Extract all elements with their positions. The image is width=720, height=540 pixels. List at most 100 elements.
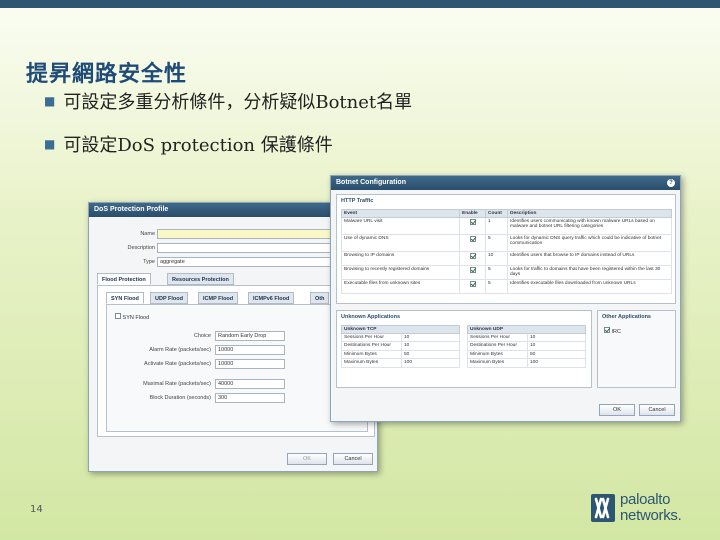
udp-label: Minimum Bytes (467, 349, 528, 360)
paloalto-logo: paloalto networks. (590, 490, 700, 528)
table-row: Maximum Bytes 100 (341, 358, 461, 368)
alarm-rate-label: Alarm Rate (packets/sec) (149, 347, 211, 353)
udp-value[interactable]: 50 (526, 349, 587, 360)
udp-value[interactable]: 10 (526, 332, 587, 343)
description-label: Description (127, 245, 155, 251)
block-duration-field[interactable]: 300 (215, 393, 285, 403)
table-row: Destinations Per Hour 10 (467, 341, 587, 351)
irc-label: IRC (611, 329, 622, 335)
square-bullet-icon: ■ (44, 137, 56, 151)
botnet-dialog-title: Botnet Configuration (331, 176, 680, 190)
tcp-value[interactable]: 100 (400, 358, 461, 368)
maximal-rate-field[interactable]: 40000 (215, 379, 285, 389)
enable-checkbox[interactable] (469, 219, 476, 225)
botnet-cancel-button[interactable]: Cancel (639, 404, 675, 416)
slide-title: 提昇網路安全性 (26, 61, 188, 87)
event-cell: Use of dynamic DNS (341, 234, 460, 252)
unknown-udp-header: Unknown UDP (466, 325, 587, 334)
irc-checkbox-row[interactable]: IRC (604, 327, 621, 335)
table-row: Destinations Per Hour 10 (341, 341, 461, 351)
enable-checkbox[interactable] (469, 267, 476, 273)
col-count[interactable]: Count (485, 209, 508, 218)
slide-top-bar (0, 0, 720, 8)
enable-checkbox[interactable] (469, 281, 476, 287)
event-cell: Browsing to IP domains (341, 251, 460, 266)
enable-checkbox[interactable] (469, 236, 476, 242)
event-cell: Executable files from unknown sites (341, 279, 460, 294)
tcp-value[interactable]: 10 (400, 341, 461, 351)
syn-flood-panel: SYN Flood Choice Random Early Drop Alarm… (106, 304, 368, 432)
unknown-applications-group: Unknown Applications Unknown TCP Session… (336, 310, 592, 388)
bullet-item-1: ■ 可設定多重分析條件，分析疑似Botnet名單 (44, 88, 412, 114)
table-row[interactable]: Executable files from unknown sites 5 Id… (341, 279, 672, 294)
activate-rate-field[interactable]: 10000 (215, 359, 285, 369)
tab-resources-protection[interactable]: Resources Protection (167, 273, 234, 285)
tab-udp-flood[interactable]: UDP Flood (150, 292, 189, 304)
count-cell[interactable]: 5 (485, 279, 508, 294)
tcp-label: Minimum Bytes (341, 349, 402, 360)
table-row[interactable]: Browsing to recently registered domains … (341, 265, 672, 280)
botnet-ok-button[interactable]: OK (599, 404, 635, 416)
paloalto-logo-text: paloalto networks. (620, 492, 682, 524)
count-cell[interactable]: 5 (485, 234, 508, 252)
tab-syn-flood[interactable]: SYN Flood (106, 292, 144, 304)
name-label: Name (140, 231, 155, 237)
count-cell[interactable]: 5 (485, 265, 508, 280)
type-label: Type (143, 259, 155, 265)
dos-cancel-button[interactable]: Cancel (333, 453, 373, 465)
alarm-rate-field[interactable]: 10000 (215, 345, 285, 355)
description-cell: Looks for traffic to domains that have b… (507, 265, 672, 280)
udp-value[interactable]: 10 (526, 341, 587, 351)
table-row[interactable]: Use of dynamic DNS 5 Looks for dynamic D… (341, 234, 672, 252)
logo-line-1: paloalto (620, 491, 671, 508)
event-cell: Browsing to recently registered domains (341, 265, 460, 280)
col-event[interactable]: Event (341, 209, 460, 218)
unknown-tcp-header: Unknown TCP (340, 325, 461, 334)
paloalto-logo-icon (591, 494, 615, 522)
http-traffic-title: HTTP Traffic (341, 198, 374, 204)
square-bullet-icon: ■ (44, 94, 56, 108)
tcp-label: Sessions Per Hour (341, 332, 402, 343)
udp-value[interactable]: 100 (526, 358, 587, 368)
count-cell[interactable]: 10 (485, 251, 508, 266)
help-icon[interactable]: ? (667, 179, 675, 187)
description-cell: Identifies users communicating with know… (507, 217, 672, 235)
tab-icmpv6-flood[interactable]: ICMPv6 Flood (248, 292, 295, 304)
description-cell: Identifies users that browse to IP domai… (507, 251, 672, 266)
block-duration-label: Block Duration (seconds) (149, 395, 211, 401)
tcp-label: Destinations Per Hour (341, 341, 402, 351)
col-description[interactable]: Description (507, 209, 672, 218)
udp-label: Maximum Bytes (467, 358, 528, 368)
table-row: Maximum Bytes 100 (467, 358, 587, 368)
unknown-tcp-table: Unknown TCP Sessions Per Hour 10 Destinat… (340, 325, 461, 368)
page-number: 14 (30, 504, 43, 515)
enable-checkbox[interactable] (469, 253, 476, 259)
unknown-applications-title: Unknown Applications (341, 314, 401, 320)
col-enable[interactable]: Enable (459, 209, 486, 218)
description-cell: Identifies executable files downloaded f… (507, 279, 672, 294)
table-row: Minimum Bytes 50 (341, 349, 461, 360)
table-row[interactable]: Browsing to IP domains 10 Identifies use… (341, 251, 672, 266)
tab-other[interactable]: Oth (310, 292, 330, 304)
syn-flood-checkbox-label: SYN Flood (122, 315, 150, 321)
tcp-value[interactable]: 10 (400, 332, 461, 343)
maximal-rate-label: Maximal Rate (packets/sec) (143, 381, 211, 387)
tab-icmp-flood[interactable]: ICMP Flood (198, 292, 239, 304)
table-row: Sessions Per Hour 10 (341, 332, 461, 343)
http-traffic-group: HTTP Traffic Event Enable Count Descript… (336, 194, 676, 304)
tcp-value[interactable]: 50 (400, 349, 461, 360)
syn-flood-checkbox-row[interactable]: SYN Flood (115, 313, 149, 321)
count-cell[interactable]: 1 (485, 217, 508, 235)
logo-line-2: networks. (620, 507, 682, 524)
tab-flood-protection[interactable]: Flood Protection (97, 273, 151, 285)
table-row: Sessions Per Hour 10 (467, 332, 587, 343)
bullet-text-1: 可設定多重分析條件，分析疑似Botnet名單 (63, 92, 413, 113)
unknown-udp-table: Unknown UDP Sessions Per Hour 10 Destinat… (466, 325, 587, 368)
dos-ok-button[interactable]: OK (287, 453, 327, 465)
irc-checkbox[interactable] (604, 327, 610, 333)
udp-label: Destinations Per Hour (467, 341, 528, 351)
syn-flood-checkbox[interactable] (115, 313, 121, 319)
description-cell: Looks for dynamic DNS query traffic whic… (507, 234, 672, 252)
table-row[interactable]: Malware URL visit 1 Identifies users com… (341, 217, 672, 235)
choice-select[interactable]: Random Early Drop (215, 331, 285, 341)
